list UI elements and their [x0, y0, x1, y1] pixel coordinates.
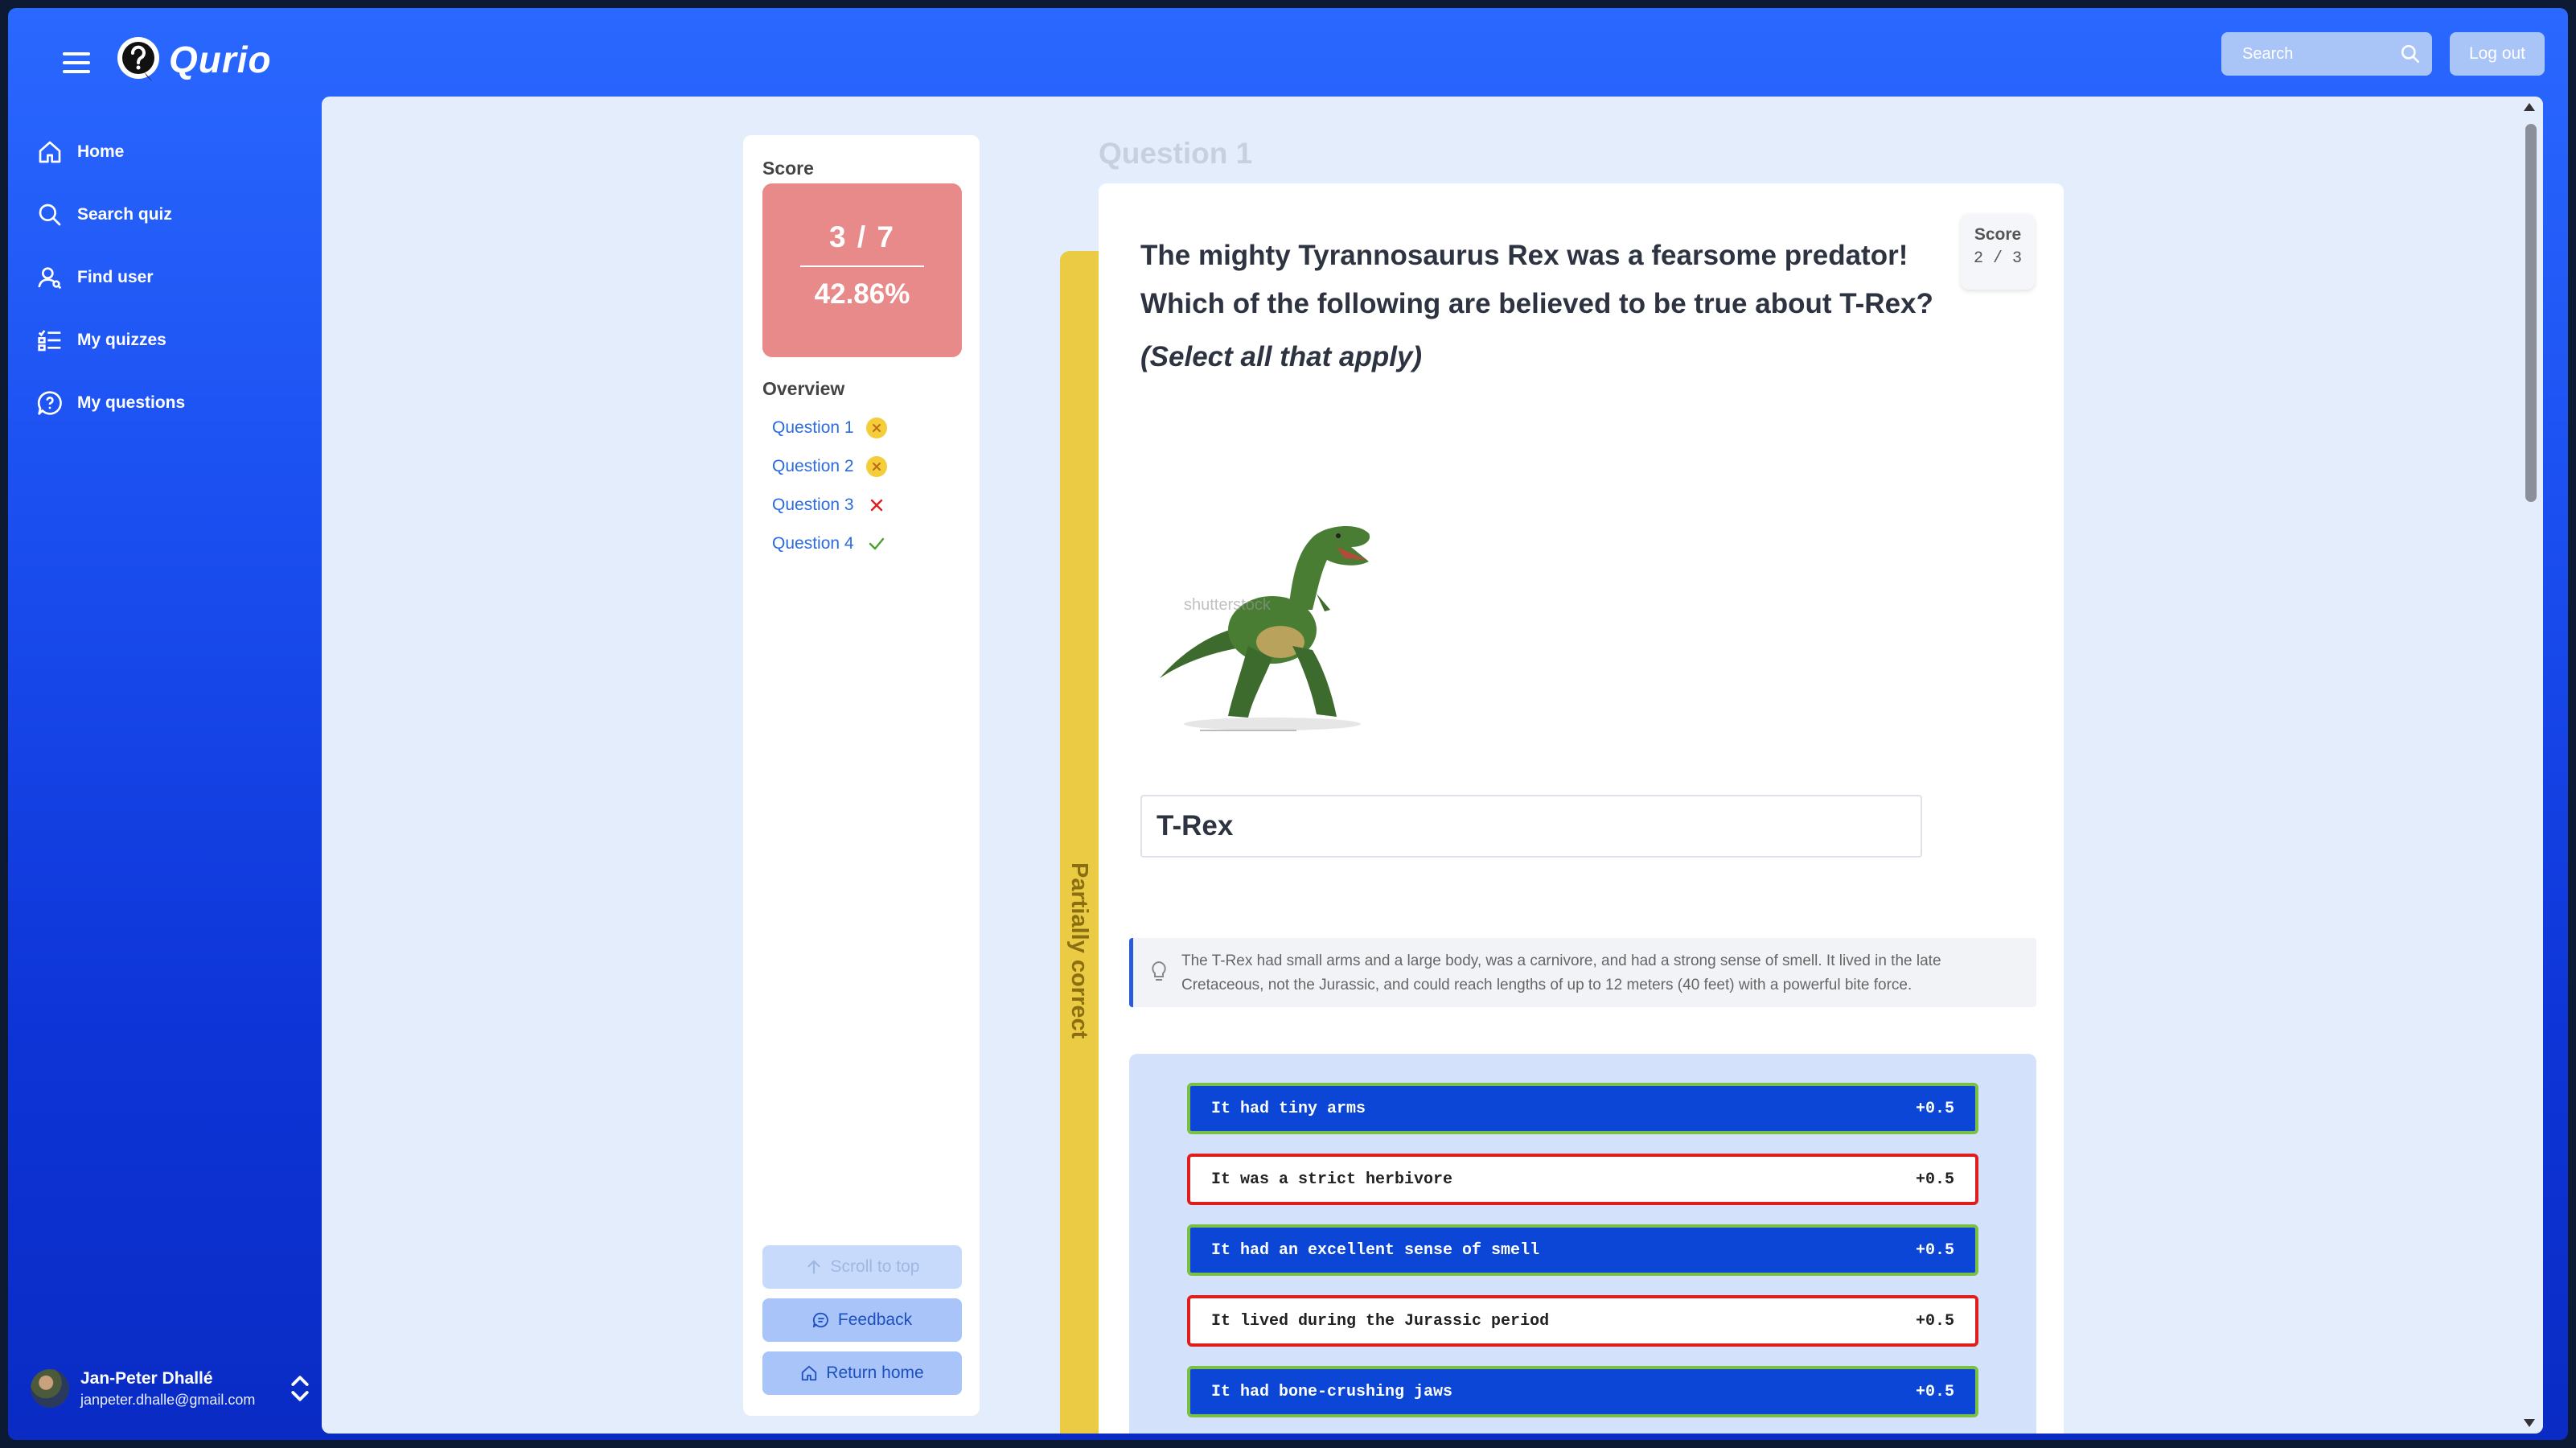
answer-option-text: It had tiny arms	[1211, 1099, 1366, 1118]
partial-icon	[865, 455, 888, 478]
t-rex-image: shutterstock	[1160, 525, 1370, 731]
user-name: Jan-Peter Dhallé	[80, 1368, 213, 1388]
question-score-badge: Score 2 / 3	[1961, 214, 2035, 290]
answer-option-points: +0.5	[1915, 1240, 1954, 1260]
check-icon	[865, 533, 888, 555]
question-score-value: 2 / 3	[1973, 249, 2022, 268]
question-text: The mighty Tyrannosaurus Rex was a fears…	[1140, 240, 1933, 319]
answer-option[interactable]: It was a strict herbivore +0.5	[1187, 1154, 1978, 1205]
answer-option[interactable]: It lived during the Jurassic period +0.5	[1187, 1295, 1978, 1347]
logout-button[interactable]: Log out	[2450, 32, 2545, 76]
feedback-label: Feedback	[837, 1310, 913, 1329]
user-email: janpeter.dhalle@gmail.com	[80, 1391, 256, 1408]
question-status-label: Partially correct	[1066, 862, 1092, 1039]
sidebar-item-label: My questions	[77, 393, 186, 412]
sidebar-item-my-questions[interactable]: My questions	[31, 372, 320, 434]
search-icon	[39, 204, 61, 226]
sidebar-item-label: My quizzes	[77, 331, 166, 349]
answer-option-points: +0.5	[1915, 1099, 1954, 1118]
answer-option-points: +0.5	[1915, 1170, 1954, 1189]
answer-option-text: It had an excellent sense of smell	[1211, 1240, 1540, 1260]
scrollbar[interactable]	[2516, 97, 2543, 1434]
app-logo[interactable]: Qurio	[114, 35, 272, 84]
question-hint: (Select all that apply)	[1140, 341, 1423, 372]
feedback-button[interactable]: Feedback	[762, 1298, 962, 1342]
user-icon	[38, 267, 62, 290]
list-icon	[38, 330, 61, 352]
score-panel-title: Score	[762, 158, 814, 179]
sidebar-item-search-quiz[interactable]: Search quiz	[31, 183, 320, 246]
overview-question-label: Question 2	[772, 457, 854, 475]
overview-question-label: Question 3	[772, 496, 854, 514]
overview-title: Overview	[762, 378, 845, 399]
answer-input[interactable]: T-Rex	[1140, 795, 1922, 858]
return-home-button[interactable]: Return home	[762, 1351, 962, 1395]
chevron-up-down-icon[interactable]	[288, 1372, 312, 1405]
chat-icon	[812, 1312, 828, 1328]
scroll-up-arrow-icon[interactable]	[2524, 103, 2535, 111]
overview-question-label: Question 4	[772, 534, 854, 553]
user-menu[interactable]: Jan-Peter Dhallé janpeter.dhalle@gmail.c…	[31, 1361, 312, 1416]
sidebar-item-label: Search quiz	[77, 205, 172, 224]
answer-option-text: It lived during the Jurassic period	[1211, 1311, 1550, 1331]
partial-icon	[865, 417, 888, 439]
logo-icon	[117, 37, 159, 82]
question-status-strip: Partially correct	[1060, 251, 1099, 1434]
question-card: The mighty Tyrannosaurus Rex was a fears…	[1099, 183, 2064, 1434]
avatar	[31, 1369, 69, 1408]
sidebar-item-my-quizzes[interactable]: My quizzes	[31, 309, 320, 372]
overview-question-1[interactable]: Question 1	[772, 409, 888, 447]
lightbulb-icon	[1152, 961, 1166, 981]
score-fraction: 3 / 7	[829, 220, 895, 253]
score-panel: Score 3 / 7 42.86% Overview Question 1 Q…	[743, 135, 980, 1416]
sidebar-item-label: Find user	[77, 268, 154, 286]
return-home-label: Return home	[826, 1364, 924, 1382]
explanation-text: The T-Rex had small arms and a large bod…	[1181, 952, 1941, 993]
scroll-to-top-label: Scroll to top	[830, 1257, 920, 1276]
overview-question-3[interactable]: Question 3	[772, 486, 888, 524]
sidebar-nav: Home Search quiz Find user My quizzes My…	[31, 121, 320, 434]
svg-text:shutterstock: shutterstock	[1184, 596, 1272, 614]
search-input[interactable]	[2241, 43, 2405, 64]
answer-option-points: +0.5	[1915, 1382, 1954, 1401]
scrollbar-thumb[interactable]	[2525, 124, 2537, 502]
scroll-down-arrow-icon[interactable]	[2524, 1419, 2535, 1427]
main-content: Score 3 / 7 42.86% Overview Question 1 Q…	[322, 97, 2543, 1434]
search-box[interactable]	[2221, 32, 2432, 76]
answer-option[interactable]: It had an excellent sense of smell +0.5	[1187, 1224, 1978, 1276]
overview-question-2[interactable]: Question 2	[772, 447, 888, 486]
overview-question-label: Question 1	[772, 418, 854, 437]
sidebar-item-find-user[interactable]: Find user	[31, 246, 320, 309]
home-icon	[39, 141, 61, 163]
answer-option[interactable]: It had tiny arms +0.5	[1187, 1083, 1978, 1134]
sidebar-item-label: Home	[77, 142, 125, 161]
score-card: 3 / 7 42.86%	[762, 183, 962, 357]
app-name: Qurio	[169, 39, 272, 80]
question-heading: Question 1	[1099, 137, 1253, 170]
answer-option-points: +0.5	[1915, 1311, 1954, 1331]
scroll-to-top-button[interactable]: Scroll to top	[762, 1245, 962, 1289]
question-bubble-icon	[37, 391, 62, 415]
question-score-label: Score	[1974, 225, 2022, 244]
score-percent: 42.86%	[814, 278, 910, 310]
wrong-icon	[865, 494, 888, 516]
search-icon[interactable]	[2400, 43, 2421, 64]
home-icon	[802, 1365, 817, 1381]
arrow-up-icon	[807, 1260, 820, 1274]
divider	[800, 265, 924, 267]
overview-question-4[interactable]: Question 4	[772, 524, 888, 563]
answer-option-text: It was a strict herbivore	[1211, 1170, 1453, 1189]
explanation-callout: The T-Rex had small arms and a large bod…	[1129, 938, 2036, 1007]
menu-icon[interactable]	[58, 47, 95, 79]
answer-option-text: It had bone-crushing jaws	[1211, 1382, 1453, 1401]
sidebar-item-home[interactable]: Home	[31, 121, 320, 183]
answer-options: It had tiny arms +0.5 It was a strict he…	[1129, 1054, 2036, 1434]
app-window: Qurio Log out Home Search quiz Find user…	[8, 8, 2568, 1440]
question-overview-list: Question 1 Question 2 Question 3 Questio…	[772, 409, 888, 563]
answer-option[interactable]: It had bone-crushing jaws +0.5	[1187, 1366, 1978, 1417]
